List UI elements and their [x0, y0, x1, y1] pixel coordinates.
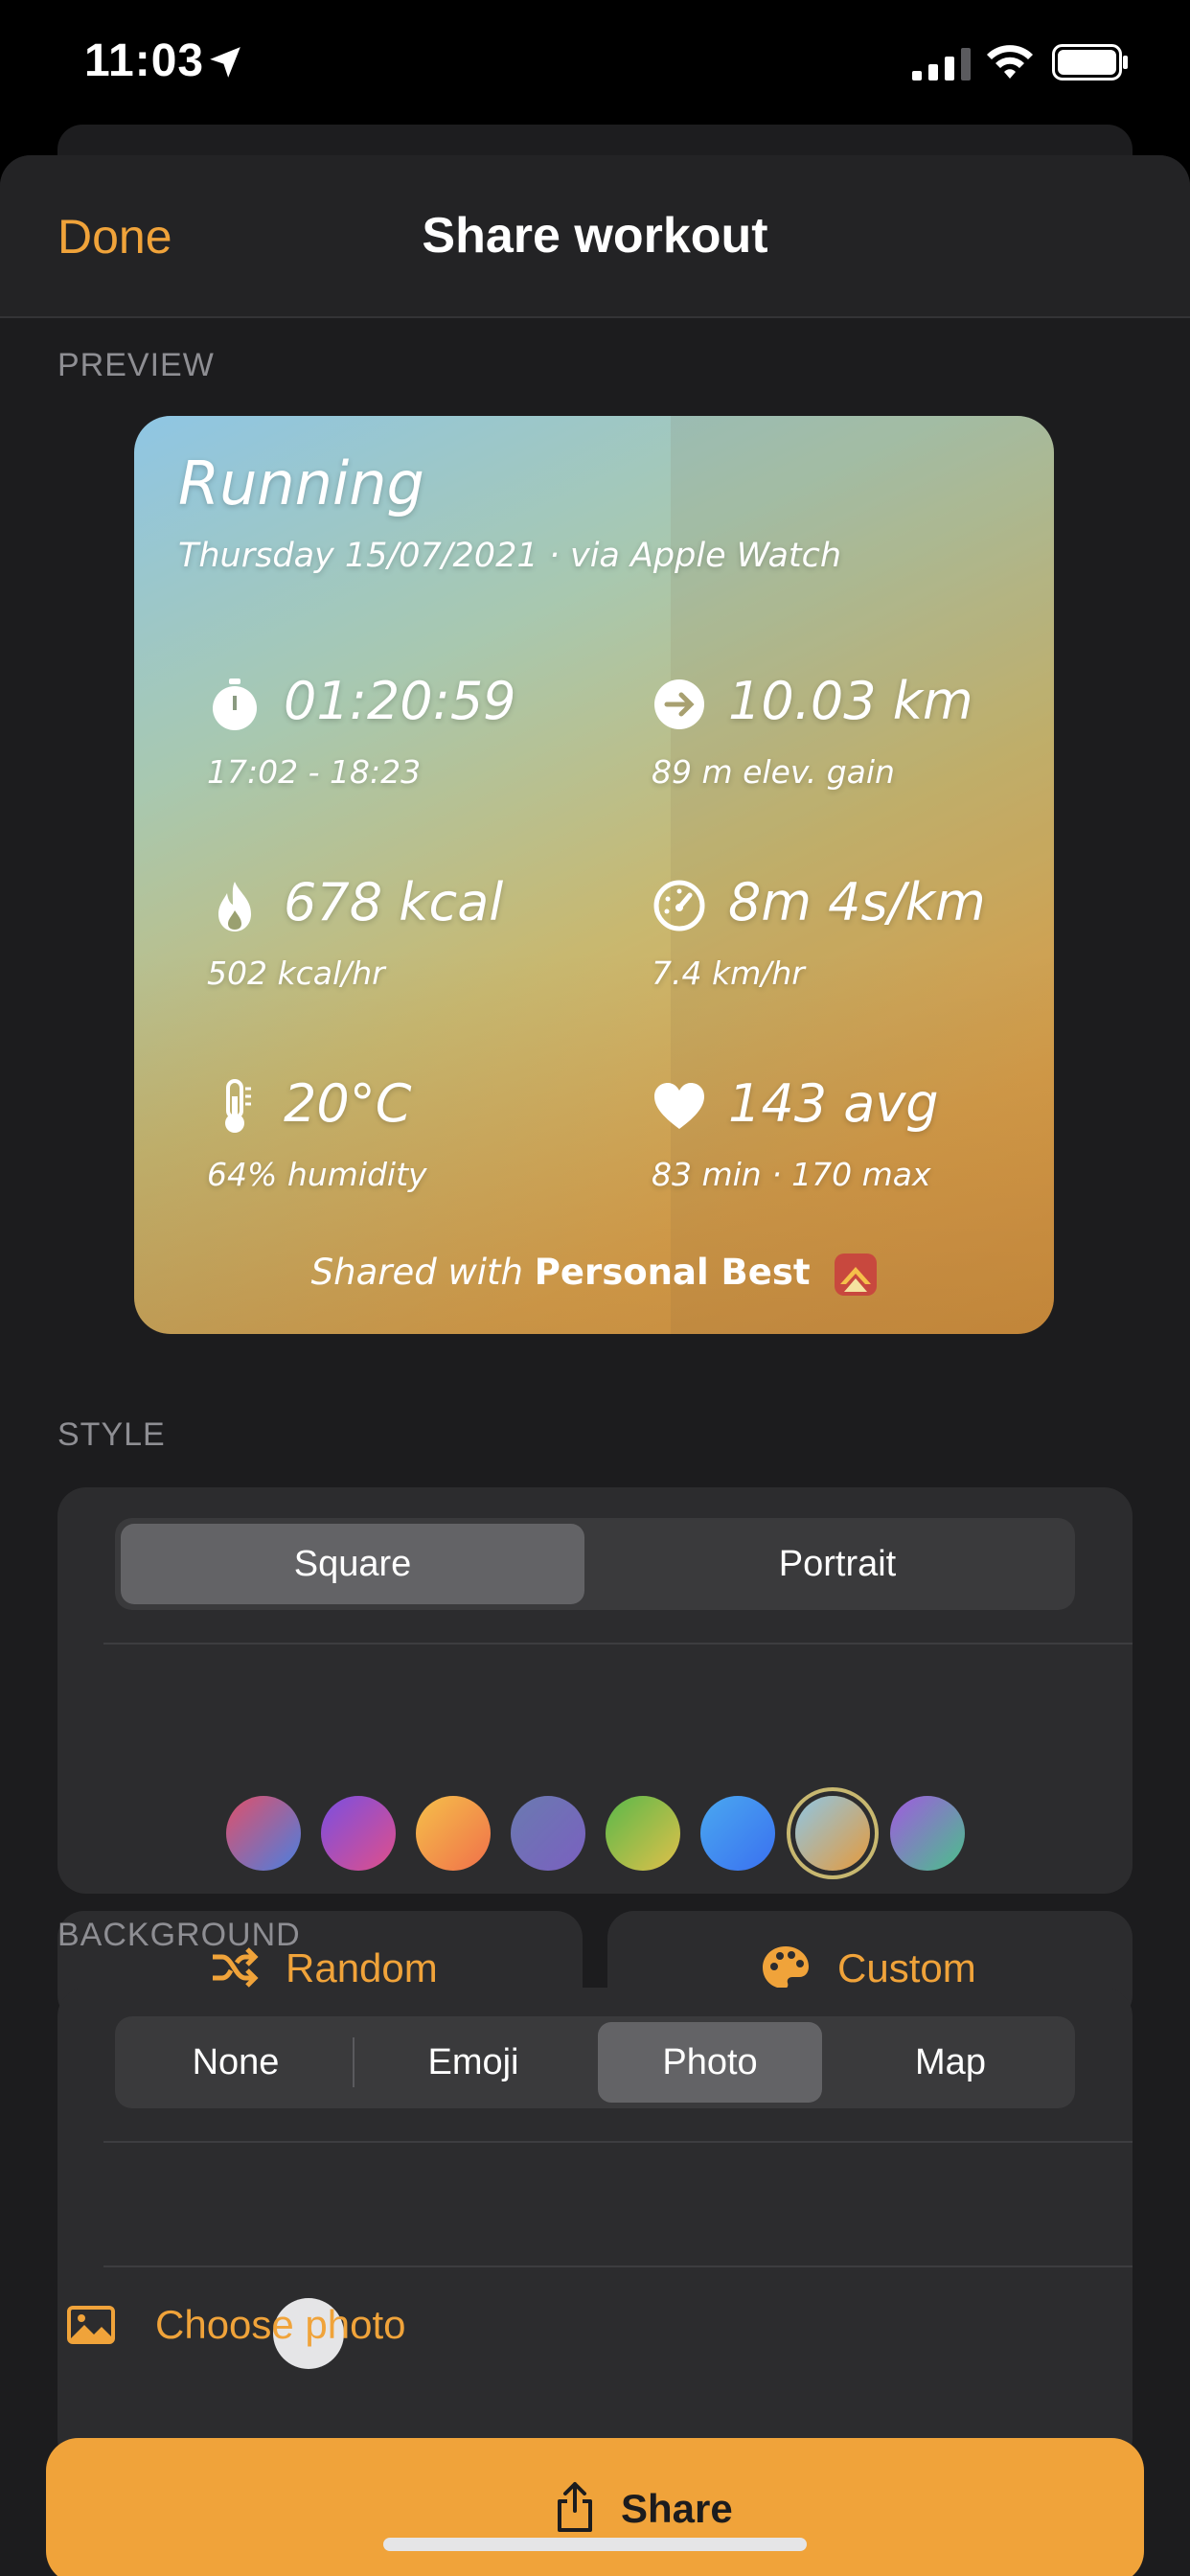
share-workout-sheet: Done Share workout PREVIEW Running Thurs…: [0, 155, 1190, 2576]
background-card: None Emoji Photo Map: [57, 1988, 1133, 2467]
arrow-right-circle-icon: [654, 679, 704, 729]
segment-none[interactable]: None: [121, 2022, 351, 2103]
color-swatch-red-blue[interactable]: [226, 1796, 301, 1871]
stat-temperature-sub: 64% humidity: [207, 1156, 427, 1193]
stat-calories-value: 678 kcal: [284, 872, 504, 932]
stat-heart-rate-sub: 83 min · 170 max: [652, 1156, 931, 1193]
share-button[interactable]: Share: [46, 2438, 1144, 2576]
divider: [103, 1643, 1133, 1644]
background-segmented-control: None Emoji Photo Map: [115, 2016, 1075, 2108]
workout-preview-card: Running Thursday 15/07/2021 · via Apple …: [134, 416, 1054, 1334]
divider: [103, 2266, 1133, 2267]
segment-map[interactable]: Map: [832, 2022, 1069, 2103]
stat-pace-sub: 7.4 km/hr: [652, 954, 805, 992]
speedometer-icon: [653, 880, 705, 932]
stopwatch-icon: [213, 678, 257, 730]
wifi-icon: [987, 45, 1033, 79]
color-swatch-slate-violet[interactable]: [511, 1796, 585, 1871]
footer-brand: Personal Best: [534, 1252, 811, 1293]
stat-distance-value: 10.03 km: [728, 671, 973, 731]
section-label-preview: PREVIEW: [57, 347, 215, 383]
divider: [103, 2141, 1133, 2143]
section-label-background: BACKGROUND: [57, 1917, 301, 1953]
style-segmented-control: Square Portrait: [115, 1518, 1075, 1610]
shared-with-footer: Shared with Personal Best: [134, 1252, 1054, 1296]
segment-divider: [353, 2037, 355, 2087]
custom-label: Custom: [837, 1945, 976, 1990]
segment-photo[interactable]: Photo: [598, 2022, 822, 2103]
random-label: Random: [286, 1945, 438, 1990]
nav-bar: Done Share workout: [0, 155, 1190, 318]
color-swatch-violet-green[interactable]: [890, 1796, 965, 1871]
battery-icon: [1052, 44, 1128, 80]
style-card: Square Portrait: [57, 1487, 1133, 1894]
workout-title: Running: [178, 448, 424, 518]
photo-icon: [67, 2306, 115, 2344]
workout-date: Thursday 15/07/2021 · via Apple Watch: [178, 537, 842, 575]
thermometer-icon: [225, 1079, 251, 1133]
home-indicator: [383, 2538, 807, 2551]
stat-calories-sub: 502 kcal/hr: [207, 954, 385, 992]
heart-icon: [654, 1083, 704, 1129]
stat-pace-value: 8m 4s/km: [728, 872, 986, 932]
stat-duration-value: 01:20:59: [284, 671, 516, 731]
share-label: Share: [621, 2486, 733, 2531]
footer-prefix: Shared with: [310, 1252, 524, 1293]
color-swatch-blue[interactable]: [700, 1796, 775, 1871]
color-swatch-green-yellow[interactable]: [606, 1796, 680, 1871]
stat-temperature-value: 20°C: [284, 1073, 412, 1134]
stat-heart-rate-value: 143 avg: [728, 1073, 939, 1134]
page-title: Share workout: [422, 208, 768, 264]
palette-icon: [763, 1946, 809, 1989]
share-icon: [558, 2482, 592, 2532]
segment-portrait[interactable]: Portrait: [606, 1524, 1069, 1604]
location-arrow-icon: [210, 47, 240, 78]
color-swatch-sky-amber[interactable]: [795, 1796, 870, 1871]
segment-square[interactable]: Square: [121, 1524, 584, 1604]
segment-emoji[interactable]: Emoji: [356, 2022, 590, 2103]
stat-duration-sub: 17:02 - 18:23: [207, 753, 422, 791]
color-swatch-yellow-orange[interactable]: [416, 1796, 491, 1871]
color-swatch-purple-pink[interactable]: [321, 1796, 396, 1871]
section-label-style: STYLE: [57, 1416, 166, 1453]
status-time: 11:03: [84, 35, 205, 86]
choose-photo-label: Choose photo: [155, 2302, 406, 2347]
personal-best-logo-icon: [835, 1253, 878, 1296]
cellular-signal-icon: [912, 48, 971, 80]
stat-distance-sub: 89 m elev. gain: [652, 753, 895, 791]
flame-icon: [218, 882, 251, 932]
status-bar: 11:03: [0, 0, 1190, 134]
